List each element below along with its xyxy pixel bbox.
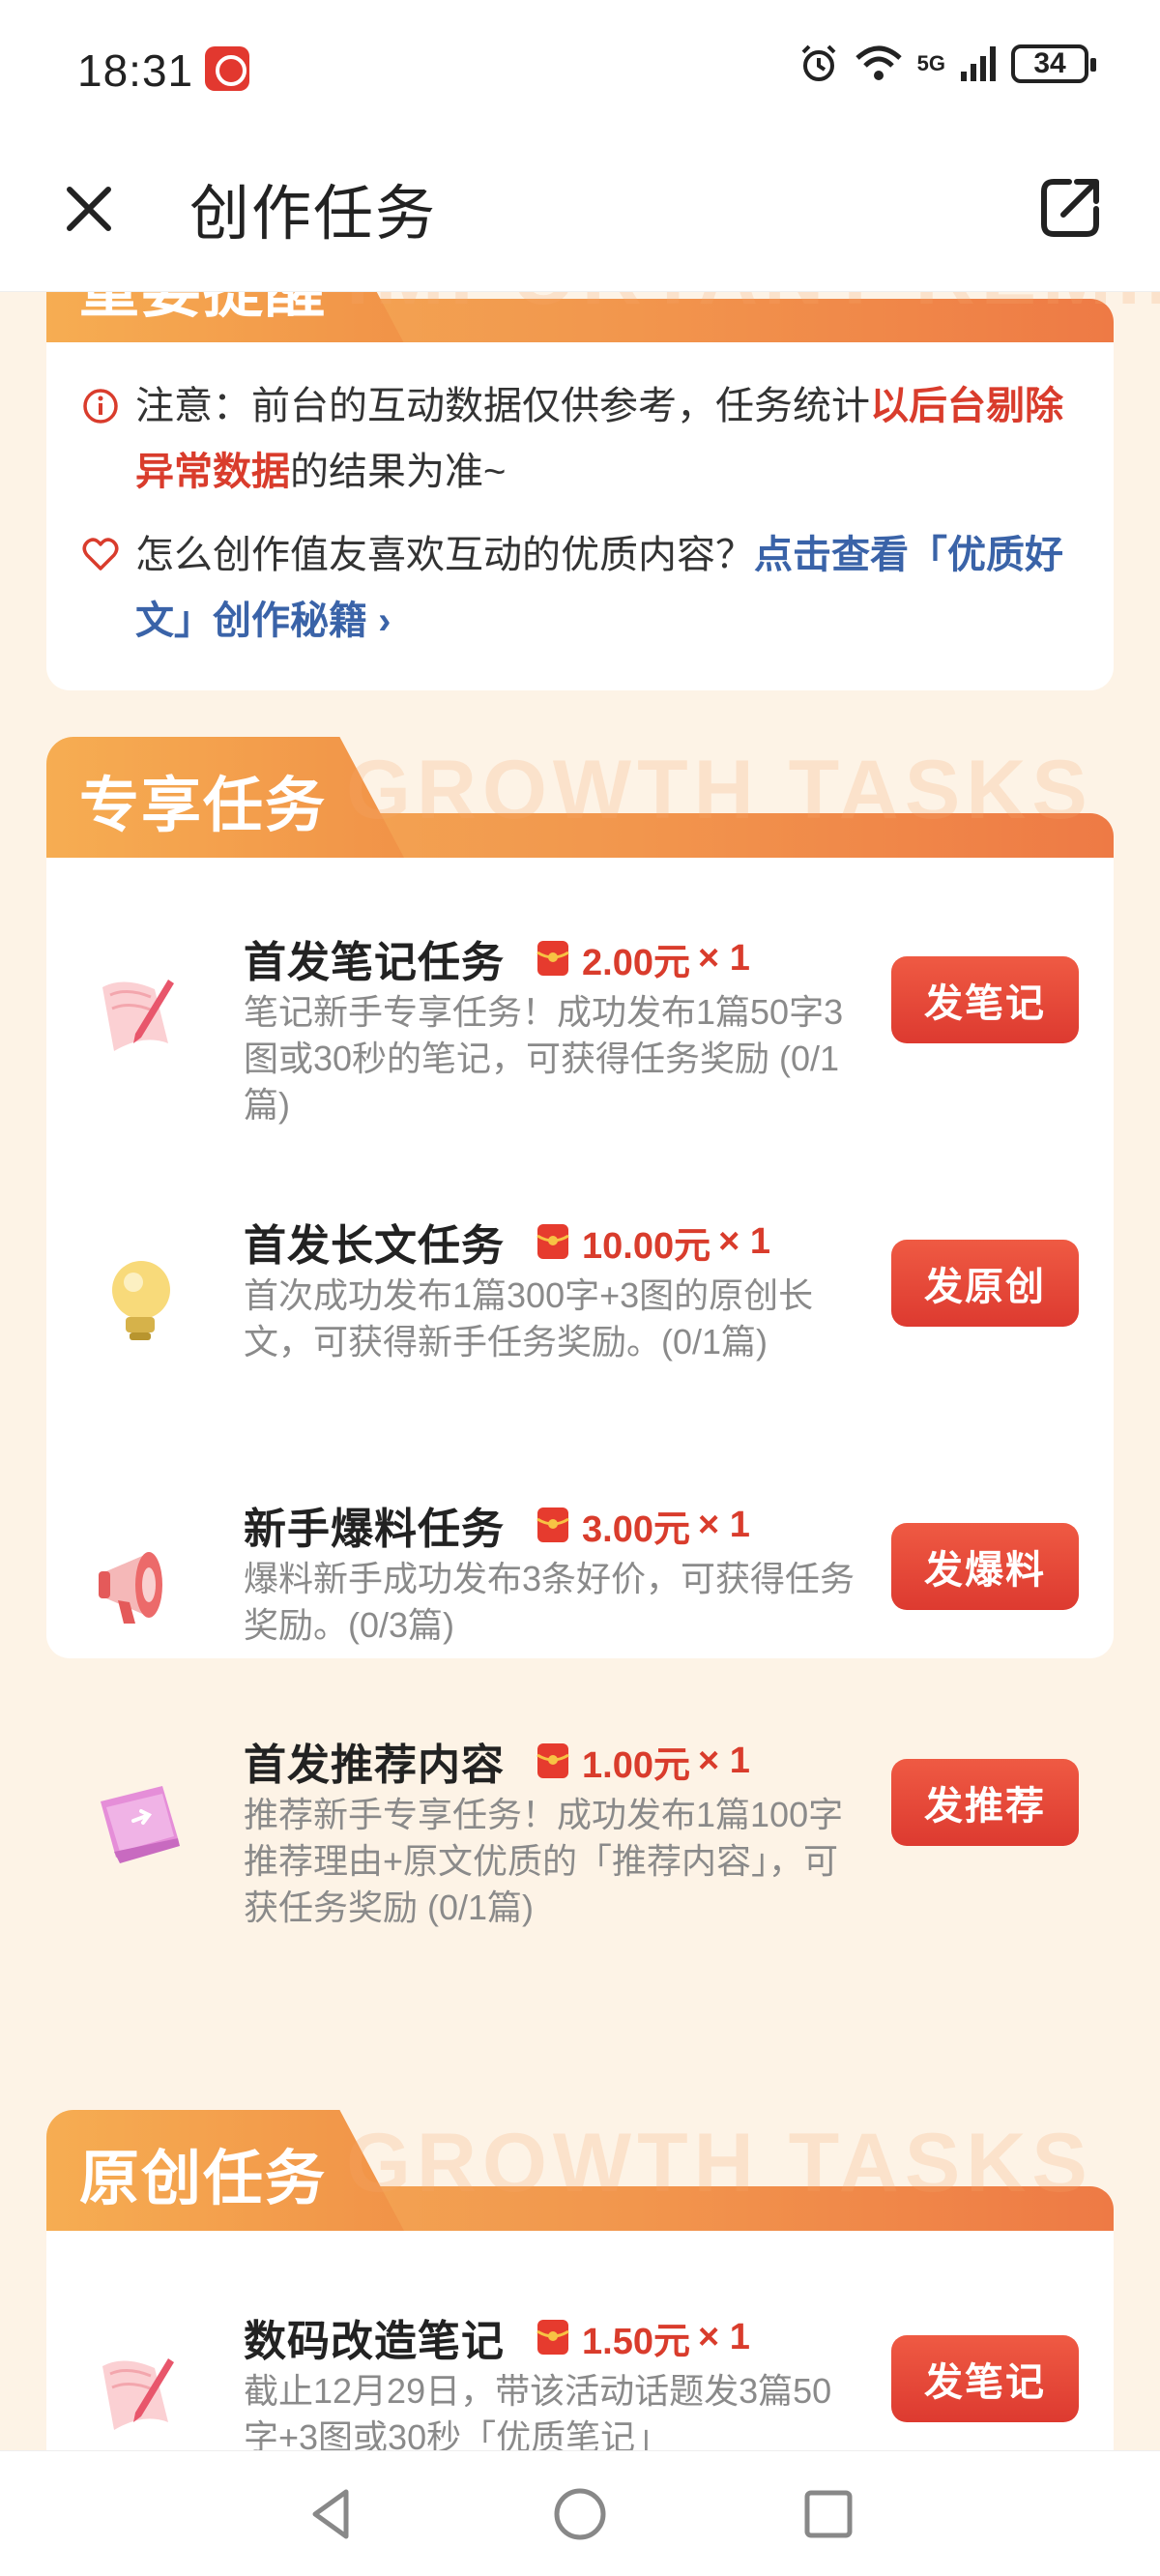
post-deal-button[interactable]: 发爆料 <box>891 1523 1079 1610</box>
reminder-section-header: IMPORTANT REMINDER 重要提醒 <box>46 292 1160 343</box>
alarm-icon <box>801 44 836 81</box>
reward-multiplier: × 1 <box>697 1504 750 1545</box>
recents-icon[interactable] <box>798 2484 858 2544</box>
red-packet-icon <box>536 1743 569 1778</box>
network-type: 5G <box>916 51 945 75</box>
reminder-note-suffix: 的结果为准~ <box>290 451 507 493</box>
red-packet-icon <box>536 1508 569 1542</box>
reward-amount: 2.00元 <box>582 942 690 983</box>
home-icon[interactable] <box>550 2484 610 2544</box>
task-list-scroll[interactable]: IMPORTANT REMINDER 重要提醒 注意：前台的互动数据仅供参考，任… <box>0 292 1160 2450</box>
reward-amount: 3.00元 <box>582 1508 690 1550</box>
post-note-button[interactable]: 发笔记 <box>891 2335 1079 2422</box>
task-title: 新手爆料任务 <box>244 1506 505 1553</box>
megaphone-icon <box>99 1552 162 1624</box>
battery-icon: 34 <box>1011 44 1096 83</box>
task-reward: 3.00元 × 1 <box>534 1499 750 1552</box>
red-packet-icon <box>536 941 569 976</box>
signal-icon <box>961 46 996 81</box>
reward-multiplier: × 1 <box>697 1740 750 1781</box>
status-icons: 5G 34 <box>798 43 1096 85</box>
original-task-card: 数码改造笔记 1.50元 × 1 截止12月29日，带该活动话题发3篇50字+3图或3… <box>46 2231 1114 2450</box>
task-reward: 1.00元 × 1 <box>534 1735 750 1788</box>
task-description: 首次成功发布1篇300字+3图的原创长文，可获得新手任务奖励。(0/1篇) <box>244 1275 814 1361</box>
task-title: 首发长文任务 <box>244 1222 505 1270</box>
task-title: 数码改造笔记 <box>244 2318 505 2365</box>
reminder-note-text: 注意：前台的互动数据仅供参考，任务统计以后台剔除异常数据的结果为准~ <box>135 373 1063 505</box>
original-title: 原创任务 <box>79 2146 328 2212</box>
exclusive-section-header: GROWTH TASKS 专享任务 <box>46 737 1114 858</box>
exclusive-watermark: GROWTH TASKS <box>346 744 1093 836</box>
original-section-header: GROWTH TASKS 原创任务 <box>46 2110 1114 2231</box>
task-title: 首发推荐内容 <box>244 1742 505 1789</box>
task-description: 截止12月29日，带该活动话题发3篇50字+3图或30秒「优质笔记」 <box>244 2371 832 2450</box>
task-title: 首发笔记任务 <box>244 939 505 986</box>
exclusive-task-card: 首发笔记任务 2.00元 × 1 笔记新手专享任务！成功发布1篇50字3图或30… <box>46 858 1114 1927</box>
task-reward: 10.00元 × 1 <box>534 1215 770 1269</box>
task-description: 推荐新手专享任务！成功发布1篇100字推荐理由+原文优质的「推荐内容」，可获任务… <box>244 1795 844 1927</box>
book-icon <box>101 1786 180 1863</box>
page-title: 创作任务 <box>189 181 438 248</box>
reward-multiplier: × 1 <box>697 937 750 979</box>
heart-icon <box>82 538 119 571</box>
red-packet-icon <box>536 2320 569 2355</box>
task-description: 爆料新手成功发布3条好价，可获得任务奖励。(0/3篇) <box>244 1559 856 1645</box>
reminder-note-tips: 怎么创作值友喜欢互动的优质内容？点击查看「优质好文」创作秘籍 › <box>81 522 1063 654</box>
reward-multiplier: × 1 <box>718 1220 770 1262</box>
exclusive-title: 专享任务 <box>79 773 328 839</box>
system-nav-bar <box>0 2450 1160 2576</box>
post-original-button[interactable]: 发原创 <box>891 1240 1079 1327</box>
lightbulb-icon <box>112 1261 170 1340</box>
reminder-tips-prefix: 怎么创作值友喜欢互动的优质内容？ <box>135 534 754 576</box>
reward-amount: 10.00元 <box>582 1225 711 1267</box>
red-packet-icon <box>536 1224 569 1259</box>
original-watermark: GROWTH TASKS <box>346 2117 1093 2210</box>
reminder-card: 注意：前台的互动数据仅供参考，任务统计以后台剔除异常数据的结果为准~ 怎么创作值… <box>46 342 1114 690</box>
reward-amount: 1.00元 <box>582 1744 690 1786</box>
task-reward: 2.00元 × 1 <box>534 932 750 985</box>
status-time: 18:31 <box>77 45 194 96</box>
note-icon <box>102 2358 174 2430</box>
wifi-icon <box>855 45 902 80</box>
reward-amount: 1.50元 <box>582 2321 690 2362</box>
task-description: 笔记新手专享任务！成功发布1篇50字3图或30秒的笔记，可获得任务奖励 (0/1… <box>244 992 844 1125</box>
close-icon[interactable] <box>54 174 124 244</box>
post-recommend-button[interactable]: 发推荐 <box>891 1759 1079 1846</box>
status-bar: 18:31 5G 34 <box>0 0 1160 135</box>
reminder-tips-text: 怎么创作值友喜欢互动的优质内容？点击查看「优质好文」创作秘籍 › <box>135 522 1063 654</box>
task-reward: 1.50元 × 1 <box>534 2311 750 2364</box>
top-nav-bar: 创作任务 <box>0 135 1160 292</box>
reminder-watermark: IMPORTANT REMINDER <box>346 292 1160 324</box>
back-icon[interactable] <box>302 2484 362 2544</box>
info-icon <box>83 389 118 424</box>
note-icon <box>102 980 174 1051</box>
app-notification-icon <box>205 46 249 91</box>
post-note-button[interactable]: 发笔记 <box>891 956 1079 1043</box>
share-icon[interactable] <box>1034 172 1106 244</box>
reminder-note-data: 注意：前台的互动数据仅供参考，任务统计以后台剔除异常数据的结果为准~ <box>81 373 1063 505</box>
reward-multiplier: × 1 <box>697 2316 750 2357</box>
reminder-note-prefix: 注意：前台的互动数据仅供参考，任务统计 <box>135 385 870 427</box>
reminder-title: 重要提醒 <box>79 292 327 329</box>
